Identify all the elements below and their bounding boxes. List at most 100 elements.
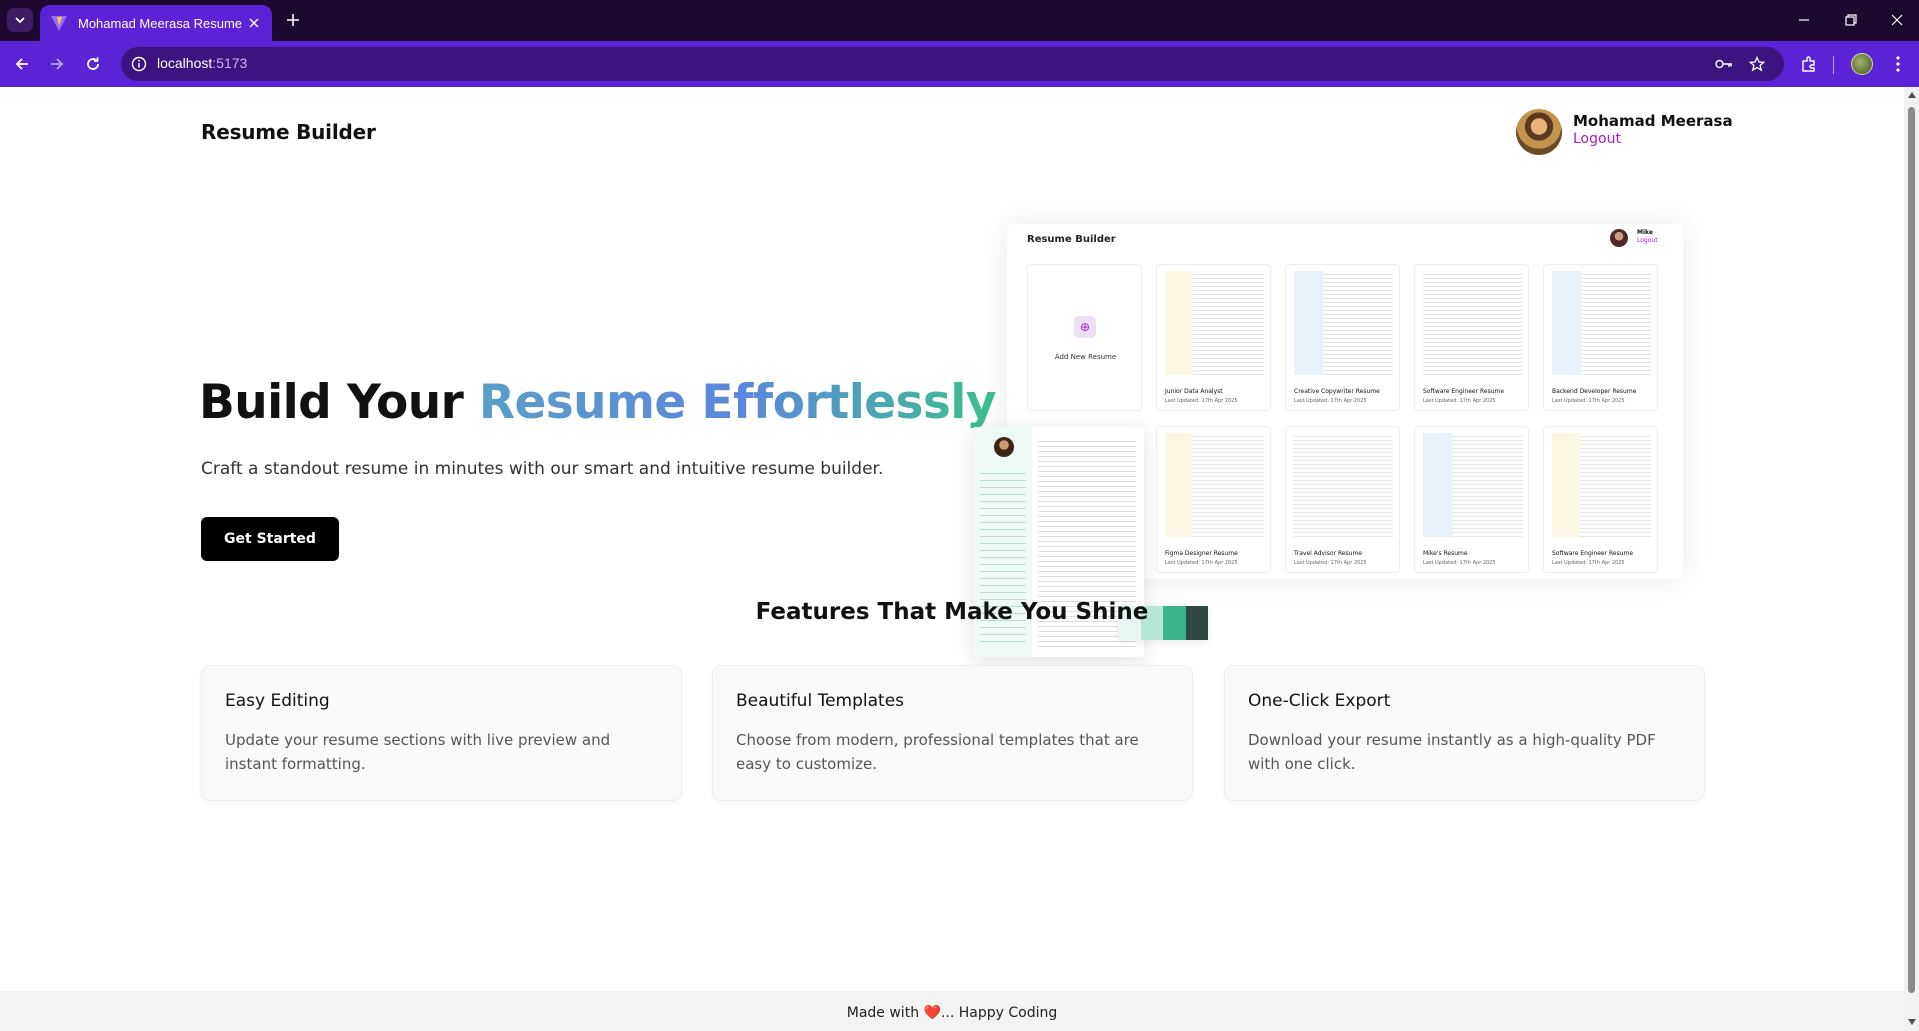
resume-thumbnail <box>1423 271 1522 375</box>
resume-thumbnail <box>1165 271 1264 375</box>
preview-resume-card: Travel Advisor Resume Last Updated: 17th… <box>1285 426 1400 573</box>
back-button[interactable] <box>10 52 34 76</box>
hero-subtitle: Craft a standout resume in minutes with … <box>201 459 884 479</box>
tab-search-button[interactable] <box>7 8 33 32</box>
preview-user: Mike <box>1637 229 1653 236</box>
feature-title: Beautiful Templates <box>736 691 905 711</box>
url-text: localhost:5173 <box>157 55 247 71</box>
feature-description: Update your resume sections with live pr… <box>225 731 611 773</box>
site-info-icon[interactable] <box>129 54 149 74</box>
feature-description: Download your resume instantly as a high… <box>1248 731 1656 773</box>
footer-text: Made with ❤️... Happy Coding <box>0 1005 1904 1021</box>
tab-title: Mohamad Meerasa Resume Bu <box>78 15 246 31</box>
scroll-down-arrow-icon[interactable] <box>1908 1019 1916 1025</box>
preview-card-name: Travel Advisor Resume <box>1294 550 1362 557</box>
preview-card-meta: Last Updated: 17th Apr 2025 <box>1423 398 1496 404</box>
address-bar[interactable]: localhost:5173 <box>121 47 1784 81</box>
feature-card-easy-editing: Easy Editing Update your resume sections… <box>201 665 682 801</box>
preview-add-card: ⊕ Add New Resume <box>1027 264 1142 411</box>
user-name: Mohamad Meerasa <box>1573 112 1733 130</box>
features-title: Features That Make You Shine <box>755 599 1149 625</box>
resume-thumbnail <box>1423 433 1522 537</box>
resume-thumbnail <box>1552 271 1651 375</box>
feature-title: Easy Editing <box>225 691 330 711</box>
preview-card-meta: Last Updated: 17th Apr 2025 <box>1165 560 1238 566</box>
minimize-icon <box>1799 19 1809 21</box>
footer-text-after: ... Happy Coding <box>940 1005 1058 1021</box>
minimize-window-button[interactable] <box>1791 8 1817 32</box>
preview-brand: Resume Builder <box>1027 234 1116 245</box>
resume-thumbnail <box>1294 433 1393 537</box>
scroll-thumb[interactable] <box>1908 107 1915 993</box>
restore-icon <box>1845 14 1857 26</box>
resume-thumbnail <box>1552 433 1651 537</box>
close-tab-icon[interactable] <box>246 15 262 31</box>
preview-resume-card: Software Engineer Resume Last Updated: 1… <box>1414 264 1529 411</box>
site-brand[interactable]: Resume Builder <box>201 120 376 144</box>
reload-button[interactable] <box>81 52 105 76</box>
page-content: Resume Builder Mohamad Meerasa Logout Bu… <box>0 87 1904 1031</box>
preview-resume-card: Backend Developer Resume Last Updated: 1… <box>1543 264 1658 411</box>
feature-description: Choose from modern, professional templat… <box>736 731 1139 773</box>
preview-card-meta: Last Updated: 17th Apr 2025 <box>1294 398 1367 404</box>
resume-photo <box>994 437 1014 457</box>
vite-favicon-icon <box>51 16 67 31</box>
preview-card-name: Junior Data Analyst <box>1165 388 1223 395</box>
password-key-icon[interactable] <box>1714 54 1734 74</box>
resume-thumbnail <box>1165 433 1264 537</box>
bookmark-star-icon[interactable] <box>1747 54 1767 74</box>
close-window-button[interactable] <box>1884 8 1910 32</box>
add-circle-icon: ⊕ <box>1074 316 1096 338</box>
footer-text-before: Made with <box>846 1005 924 1021</box>
preview-card-meta: Last Updated: 17th Apr 2025 <box>1165 398 1238 404</box>
feature-title: One-Click Export <box>1248 691 1391 711</box>
plus-icon <box>287 14 299 26</box>
chevron-down-icon <box>15 17 25 24</box>
extensions-icon[interactable] <box>1797 52 1821 76</box>
preview-resume-card: Creative Copywriter Resume Last Updated:… <box>1285 264 1400 411</box>
preview-avatar <box>1610 229 1628 247</box>
preview-resume-card: Mike's Resume Last Updated: 17th Apr 202… <box>1414 426 1529 573</box>
active-tab[interactable]: Mohamad Meerasa Resume Bu <box>40 5 272 41</box>
page-footer: Made with ❤️... Happy Coding <box>0 991 1904 1031</box>
resume-thumbnail <box>1294 271 1393 375</box>
browser-profile-avatar[interactable] <box>1851 53 1873 75</box>
url-host: localhost <box>157 55 213 71</box>
browser-menu-icon[interactable] <box>1886 52 1910 76</box>
feature-card-templates: Beautiful Templates Choose from modern, … <box>712 665 1193 801</box>
feature-card-export: One-Click Export Download your resume in… <box>1224 665 1705 801</box>
close-icon <box>1891 14 1903 26</box>
reload-icon <box>87 57 99 70</box>
toolbar-divider <box>1833 56 1834 74</box>
preview-card-name: Software Engineer Resume <box>1552 550 1634 557</box>
scroll-up-arrow-icon[interactable] <box>1908 92 1916 98</box>
preview-add-label: Add New Resume <box>1054 353 1117 361</box>
preview-card-meta: Last Updated: 17th Apr 2025 <box>1423 560 1496 566</box>
arrow-left-icon <box>15 58 28 70</box>
preview-card-meta: Last Updated: 17th Apr 2025 <box>1294 560 1367 566</box>
preview-card-name: Backend Developer Resume <box>1552 388 1637 395</box>
preview-card-name: Figma Designer Resume <box>1165 550 1238 557</box>
preview-card-meta: Last Updated: 17th Apr 2025 <box>1552 560 1625 566</box>
forward-button[interactable] <box>45 52 69 76</box>
hero-title-plain: Build Your <box>199 375 479 430</box>
restore-window-button[interactable] <box>1838 8 1864 32</box>
hero-title: Build Your Resume Effortlessly <box>199 375 996 430</box>
preview-card-name: Mike's Resume <box>1423 550 1468 557</box>
hero-title-gradient: Resume Effortlessly <box>478 375 997 430</box>
preview-logout: Logout <box>1637 237 1658 244</box>
get-started-button[interactable]: Get Started <box>201 517 339 561</box>
preview-resume-card: Junior Data Analyst Last Updated: 17th A… <box>1156 264 1271 411</box>
preview-resume-card: Software Engineer Resume Last Updated: 1… <box>1543 426 1658 573</box>
url-port: :5173 <box>212 55 248 71</box>
preview-card-name: Creative Copywriter Resume <box>1294 388 1380 395</box>
preview-card-name: Software Engineer Resume <box>1423 388 1505 395</box>
browser-tab-strip: Mohamad Meerasa Resume Bu <box>0 0 1919 41</box>
new-tab-button[interactable] <box>282 9 304 31</box>
logout-link[interactable]: Logout <box>1573 131 1621 147</box>
user-avatar[interactable] <box>1516 109 1562 155</box>
preview-resume-card: Figma Designer Resume Last Updated: 17th… <box>1156 426 1271 573</box>
heart-icon: ❤️ <box>923 1005 941 1021</box>
page-scrollbar[interactable] <box>1904 87 1919 1031</box>
browser-toolbar: localhost:5173 <box>0 41 1919 87</box>
